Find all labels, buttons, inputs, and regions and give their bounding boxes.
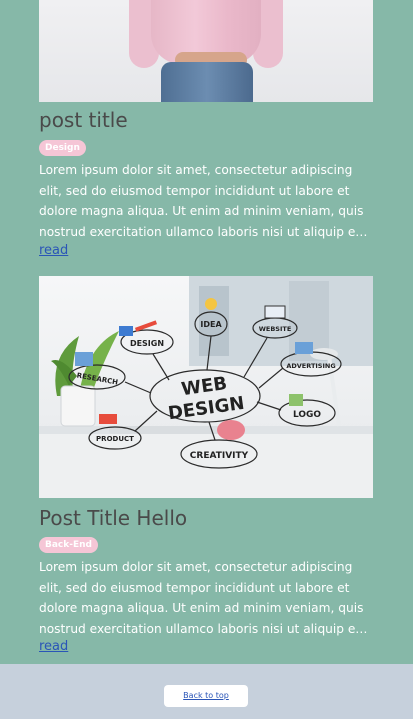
image-word-product: PRODUCT — [96, 435, 134, 443]
post-2-title: Post Title Hello — [39, 506, 188, 530]
image-word-logo: LOGO — [293, 410, 321, 420]
post-1-read-link[interactable]: read — [39, 243, 68, 259]
back-to-top-button[interactable]: Back to top — [164, 685, 248, 707]
post-1-title: post title — [39, 108, 128, 132]
post-2-image: WEB DESIGN DESIGN IDEA WEBSITE RESEARCH … — [39, 276, 373, 498]
image-word-idea: IDEA — [200, 320, 222, 329]
post-2-tag-badge: Back-End — [39, 537, 98, 553]
post-2-read-link[interactable]: read — [39, 639, 68, 655]
post-2-excerpt: Lorem ipsum dolor sit amet, consectetur … — [39, 560, 364, 636]
post-1-excerpt: Lorem ipsum dolor sit amet, consectetur … — [39, 163, 364, 239]
post-1-tag-badge: Design — [39, 140, 86, 156]
page-footer: Back to top — [0, 664, 413, 719]
image-word-design-main: DESIGN — [167, 393, 246, 424]
post-1-image — [39, 0, 373, 102]
image-word-design: DESIGN — [130, 339, 164, 348]
image-word-creativity: CREATIVITY — [190, 451, 249, 461]
image-word-advertising: ADVERTISING — [286, 362, 335, 370]
image-word-website: WEBSITE — [259, 325, 292, 333]
